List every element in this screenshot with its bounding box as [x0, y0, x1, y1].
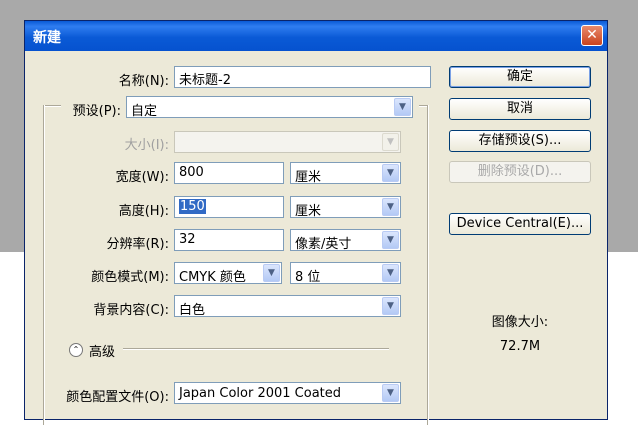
width-input[interactable]: 800 — [174, 162, 284, 184]
advanced-divider — [123, 348, 389, 350]
new-document-dialog: 新建 ✕ 名称(N): 未标题-2 预设(P): 自定 ▼ 大小(I): ▼ 宽… — [24, 20, 608, 425]
ok-button[interactable]: 确定 — [449, 66, 591, 88]
chevron-down-icon: ▼ — [382, 384, 399, 402]
width-unit-value: 厘米 — [295, 170, 322, 184]
height-unit-value: 厘米 — [295, 204, 322, 218]
collapse-chevron-icon[interactable]: ⌃ — [69, 343, 83, 357]
advanced-toggle-label[interactable]: 高级 — [89, 341, 115, 360]
cancel-button[interactable]: 取消 — [449, 98, 591, 120]
image-size-value: 72.7M — [499, 339, 541, 354]
preset-select-value: 自定 — [131, 104, 158, 118]
name-input[interactable]: 未标题-2 — [174, 66, 431, 88]
delete-preset-button: 删除预设(D)... — [449, 161, 591, 183]
resolution-unit-value: 像素/英寸 — [295, 237, 352, 251]
resolution-unit-select[interactable]: 像素/英寸 ▼ — [290, 229, 401, 251]
color-profile-label: 颜色配置文件(O): — [66, 390, 169, 405]
height-label: 高度(H): — [118, 204, 169, 219]
preset-group-border-left — [43, 105, 45, 425]
color-mode-select[interactable]: CMYK 颜色 ▼ — [174, 262, 282, 284]
chevron-down-icon: ▼ — [263, 264, 280, 282]
height-input[interactable]: 150 — [174, 196, 284, 218]
close-button[interactable]: ✕ — [581, 25, 603, 46]
background-contents-value: 白色 — [179, 303, 206, 317]
background-contents-label: 背景内容(C): — [93, 303, 169, 318]
bit-depth-value: 8 位 — [295, 270, 321, 284]
height-unit-select[interactable]: 厘米 ▼ — [290, 196, 401, 218]
chevron-down-icon: ▼ — [382, 297, 399, 315]
color-mode-value: CMYK 颜色 — [179, 270, 246, 284]
preset-label: 预设(P): — [72, 104, 121, 119]
chevron-down-icon: ▼ — [382, 198, 399, 216]
chevron-down-icon: ▼ — [382, 164, 399, 182]
chevron-down-icon: ▼ — [382, 133, 399, 151]
background-contents-select[interactable]: 白色 ▼ — [174, 295, 401, 317]
preset-select[interactable]: 自定 ▼ — [126, 96, 413, 118]
color-profile-value: Japan Color 2001 Coated — [179, 386, 342, 401]
width-label: 宽度(W): — [115, 170, 169, 185]
resolution-label: 分辨率(R): — [106, 237, 169, 252]
height-input-value: 150 — [179, 199, 206, 214]
image-size-label: 图像大小: — [491, 315, 549, 330]
chevron-down-icon: ▼ — [382, 231, 399, 249]
width-unit-select[interactable]: 厘米 ▼ — [290, 162, 401, 184]
resolution-input[interactable]: 32 — [174, 229, 284, 251]
dialog-title: 新建 — [33, 30, 61, 46]
size-label: 大小(I): — [124, 138, 169, 153]
name-input-value: 未标题-2 — [179, 73, 231, 88]
color-profile-select[interactable]: Japan Color 2001 Coated ▼ — [174, 382, 401, 404]
save-preset-button[interactable]: 存储预设(S)... — [449, 130, 591, 152]
size-select: ▼ — [174, 131, 401, 153]
resolution-input-value: 32 — [179, 232, 196, 247]
name-label: 名称(N): — [118, 74, 169, 89]
width-input-value: 800 — [179, 165, 204, 180]
title-bar[interactable]: 新建 ✕ — [25, 21, 607, 51]
chevron-down-icon: ▼ — [382, 264, 399, 282]
chevron-down-icon: ▼ — [394, 98, 411, 116]
close-icon: ✕ — [586, 27, 598, 43]
preset-group-border-right — [427, 105, 429, 425]
device-central-button[interactable]: Device Central(E)... — [449, 213, 591, 235]
bit-depth-select[interactable]: 8 位 ▼ — [290, 262, 401, 284]
color-mode-label: 颜色模式(M): — [91, 270, 169, 285]
preset-group-line-left — [43, 105, 61, 107]
